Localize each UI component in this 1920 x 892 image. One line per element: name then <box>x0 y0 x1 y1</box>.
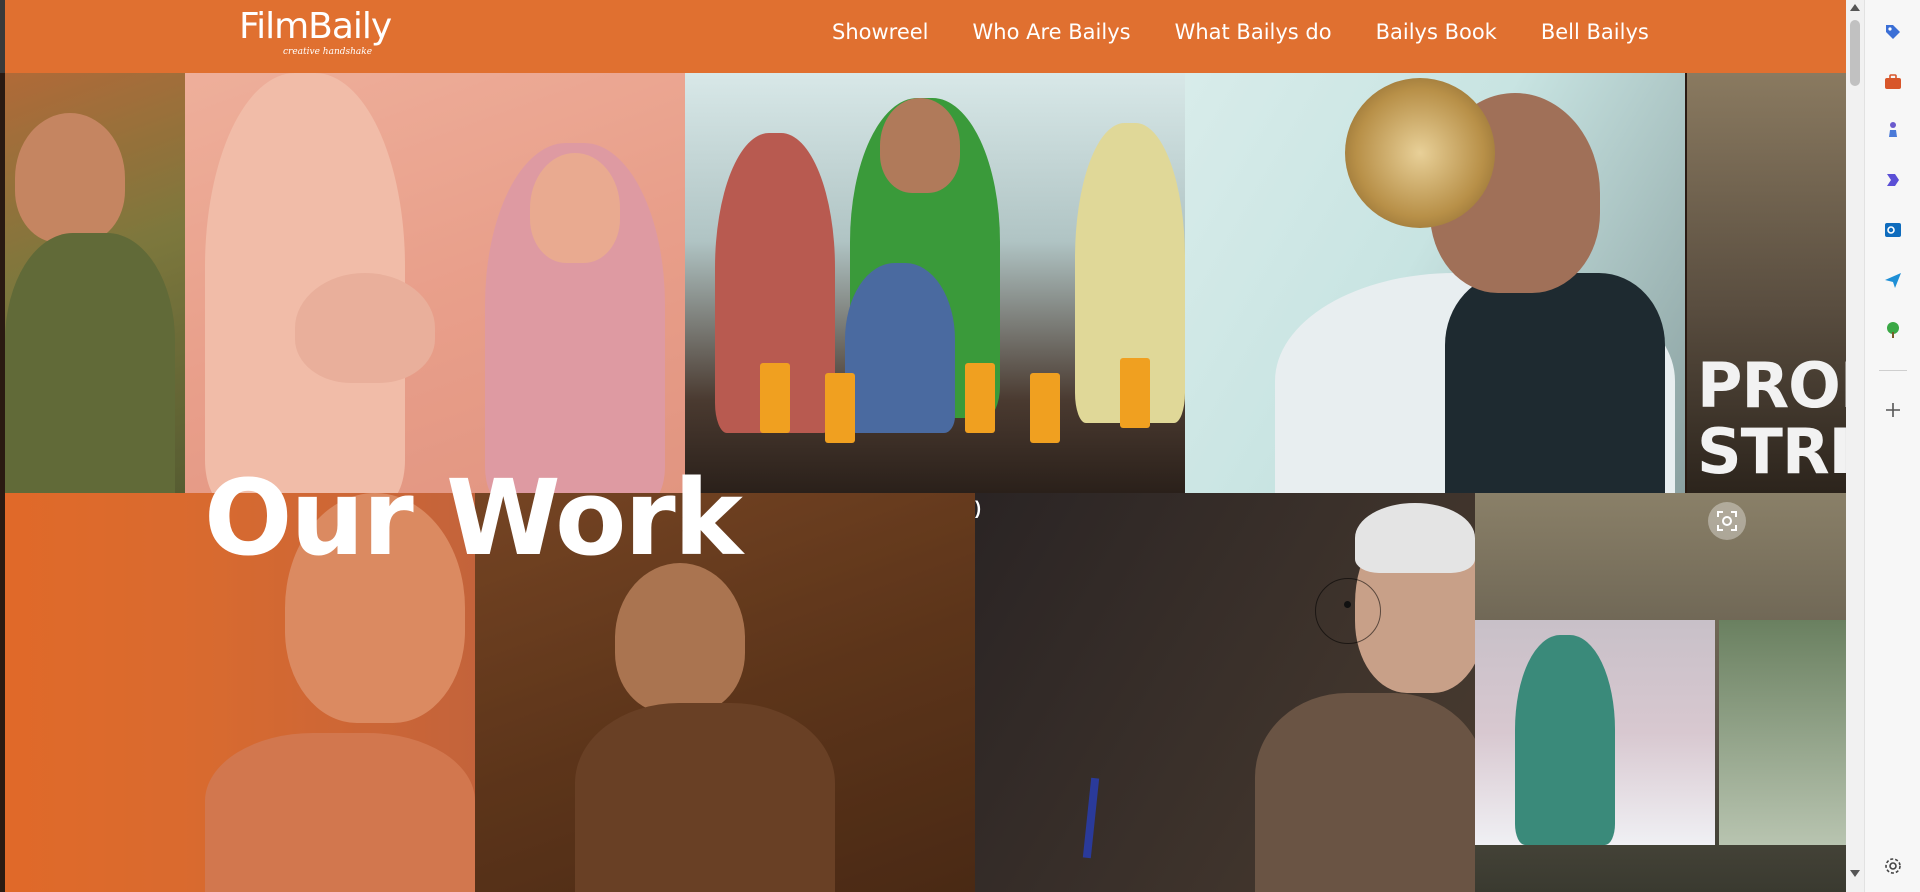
scroll-up-icon[interactable] <box>1850 4 1860 11</box>
briefcase-icon[interactable] <box>1881 70 1905 94</box>
nav-showreel[interactable]: Showreel <box>810 18 951 46</box>
add-icon[interactable] <box>1881 398 1905 422</box>
main-nav: Showreel Who Are Bailys What Bailys do B… <box>810 18 1671 46</box>
work-tile-trumpet-player[interactable] <box>1185 73 1685 493</box>
work-tile-family-juice[interactable] <box>685 73 1185 493</box>
outlook-icon[interactable] <box>1881 218 1905 242</box>
scroll-thumb[interactable] <box>1850 20 1860 86</box>
browser-sidebar <box>1864 0 1920 892</box>
scan-icon[interactable] <box>1708 502 1746 540</box>
our-work-heading: Our Work <box>204 457 743 579</box>
chess-icon[interactable] <box>1881 118 1905 142</box>
cursor-ring <box>1315 578 1381 644</box>
site-header: FilmBaily creative handshake Showreel Wh… <box>0 0 1846 73</box>
work-tile-mother-baby[interactable] <box>185 73 685 493</box>
copilot-icon[interactable] <box>1881 168 1905 192</box>
work-tile-cafe[interactable] <box>1475 493 1846 892</box>
tree-icon[interactable] <box>1881 318 1905 342</box>
site-logo[interactable]: FilmBaily creative handshake <box>235 6 410 58</box>
work-tile-woman-writing[interactable] <box>975 493 1475 892</box>
work-tile-woman-garden[interactable] <box>5 73 185 493</box>
tag-icon[interactable] <box>1881 20 1905 44</box>
nav-bell-bailys[interactable]: Bell Bailys <box>1519 18 1671 46</box>
nav-who-are-bailys[interactable]: Who Are Bailys <box>951 18 1153 46</box>
settings-icon[interactable] <box>1881 854 1905 878</box>
nav-bailys-book[interactable]: Bailys Book <box>1354 18 1519 46</box>
send-icon[interactable] <box>1881 268 1905 292</box>
nav-what-bailys-do[interactable]: What Bailys do <box>1153 18 1354 46</box>
work-tile-production[interactable]: PRODU STRICK <box>1687 73 1846 493</box>
scroll-down-icon[interactable] <box>1850 870 1860 877</box>
production-tile-text: PRODU STRICK <box>1697 349 1846 488</box>
page-scrollbar[interactable] <box>1846 0 1864 892</box>
cursor-dot <box>1344 601 1351 608</box>
bracket-glyph: ) <box>975 498 981 518</box>
logo-tagline: creative handshake <box>283 47 373 57</box>
cafe-inner-frame <box>1475 620 1715 845</box>
cafe-side-frame <box>1719 620 1846 845</box>
logo-wordmark: FilmBaily <box>239 6 392 47</box>
sidebar-divider <box>1879 370 1907 371</box>
website-viewport: PRODU STRICK FilmBaily <box>0 0 1846 892</box>
